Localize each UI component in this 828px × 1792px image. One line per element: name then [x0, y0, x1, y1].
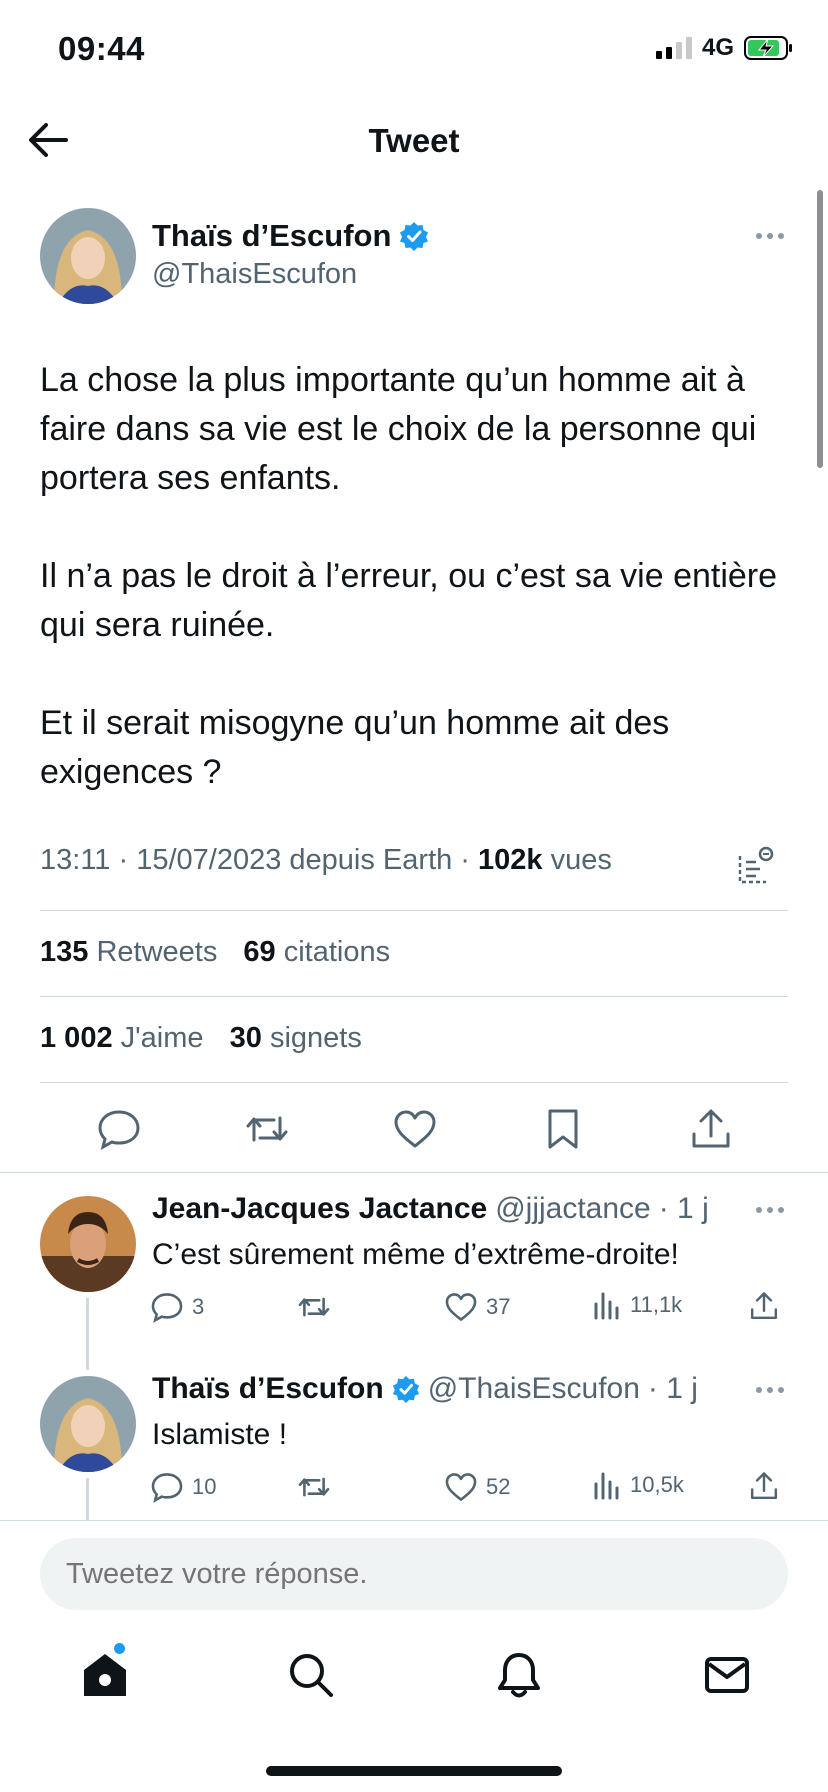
search-icon[interactable]: [286, 1650, 336, 1700]
like-icon[interactable]: [392, 1106, 438, 1152]
reply-time: · 1 j: [647, 1372, 698, 1405]
reply-avatar[interactable]: [40, 1196, 136, 1292]
signal-icon: [655, 37, 692, 59]
verified-badge-icon: [392, 1375, 419, 1403]
reply-icon: [151, 1293, 183, 1323]
more-options-icon[interactable]: [750, 1200, 790, 1220]
tweet-actions: [0, 1106, 828, 1154]
reply-actions: 10 52 10,5k: [150, 1470, 790, 1506]
reply-like-button[interactable]: 52: [444, 1470, 510, 1504]
reply-actions: 3 37 11,1k: [150, 1290, 790, 1326]
quote-count: 69: [243, 936, 276, 968]
reply-text: C’est sûrement même d’extrême-droite!: [152, 1238, 679, 1271]
more-options-icon[interactable]: [750, 1380, 790, 1400]
share-icon: [750, 1472, 778, 1500]
reply-views-button[interactable]: 10,5k: [592, 1470, 684, 1500]
retweet-icon: [298, 1297, 330, 1317]
views-icon: [594, 1292, 619, 1320]
retweet-label: Retweets: [96, 936, 218, 968]
author-avatar[interactable]: [40, 208, 136, 304]
bookmark-icon[interactable]: [540, 1106, 586, 1152]
scrollbar[interactable]: [817, 190, 823, 468]
retweet-stats[interactable]: 135 Retweets 69 citations: [40, 936, 390, 969]
retweet-icon: [298, 1477, 330, 1497]
divider: [40, 910, 788, 911]
divider: [0, 1520, 828, 1521]
reply-count: 10: [192, 1474, 217, 1499]
bookmark-count: 30: [229, 1022, 262, 1054]
retweet-icon[interactable]: [244, 1106, 290, 1152]
like-label: J'aime: [120, 1022, 204, 1054]
top-nav: Tweet: [0, 100, 828, 180]
like-icon: [445, 1473, 477, 1501]
view-label: vues: [550, 844, 612, 876]
share-icon[interactable]: [688, 1106, 734, 1152]
analytics-icon[interactable]: [736, 846, 776, 886]
reply-share-button[interactable]: [748, 1470, 780, 1502]
author-name[interactable]: Thaïs d’Escufon: [152, 218, 429, 254]
reply-text: Islamiste !: [152, 1418, 288, 1451]
view-count: 102k: [478, 844, 543, 876]
tweet-paragraph: Et il serait misogyne qu’un homme ait de…: [40, 704, 670, 791]
tweet-meta: 13:11 · 15/07/2023 depuis Earth · 102k v…: [40, 844, 612, 876]
reply-avatar[interactable]: [40, 1376, 136, 1472]
like-count: 52: [486, 1474, 511, 1499]
quote-label: citations: [283, 936, 391, 968]
tweet-time: 13:11: [40, 844, 111, 876]
reply-retweet-button[interactable]: [296, 1470, 332, 1504]
reply-input[interactable]: [40, 1538, 788, 1610]
reply-share-button[interactable]: [748, 1290, 780, 1322]
notifications-icon[interactable]: [494, 1650, 544, 1700]
reply-author-name[interactable]: Jean-Jacques Jactance: [152, 1192, 487, 1226]
divider: [40, 1082, 788, 1083]
status-time: 09:44: [58, 30, 145, 67]
reply-author-name[interactable]: Thaïs d’Escufon: [152, 1372, 384, 1406]
home-icon[interactable]: [80, 1650, 130, 1700]
reply-retweet-button[interactable]: [296, 1290, 332, 1324]
reply-count: 3: [192, 1294, 205, 1319]
page-title: Tweet: [368, 122, 460, 159]
tweet-date: 15/07/2023: [136, 844, 282, 876]
like-icon: [445, 1293, 477, 1321]
reply-time: · 1 j: [658, 1192, 709, 1225]
messages-icon[interactable]: [702, 1650, 752, 1700]
home-indicator[interactable]: [266, 1766, 562, 1776]
divider: [0, 1172, 828, 1173]
reply-icon: [151, 1473, 183, 1503]
reply-views-button[interactable]: 11,1k: [592, 1290, 682, 1320]
bookmark-label: signets: [269, 1022, 362, 1054]
reply-author-handle[interactable]: @ThaisEscufon: [428, 1372, 640, 1406]
reply-header: Thaïs d’Escufon @ThaisEscufon · 1 j: [152, 1372, 698, 1406]
reply-author-handle[interactable]: @jjjactance: [495, 1192, 651, 1226]
reply-like-button[interactable]: 37: [444, 1290, 510, 1324]
reply-reply-button[interactable]: 3: [150, 1290, 204, 1324]
view-count: 10,5k: [630, 1472, 684, 1497]
like-count: 1 002: [40, 1022, 113, 1054]
network-type: 4G: [701, 34, 734, 61]
tweet-text: La chose la plus importante qu’un homme …: [40, 356, 790, 797]
status-indicators: 4G: [655, 34, 794, 62]
reply-header: Jean-Jacques Jactance @jjjactance · 1 j: [152, 1192, 709, 1226]
notification-dot: [114, 1643, 125, 1654]
reply-icon[interactable]: [96, 1106, 142, 1152]
author-handle[interactable]: @ThaisEscufon: [152, 258, 357, 291]
verified-badge-icon: [400, 222, 429, 251]
like-count: 37: [486, 1294, 511, 1319]
retweet-count: 135: [40, 936, 89, 968]
tweet-paragraph: La chose la plus importante qu’un homme …: [40, 361, 757, 497]
like-stats[interactable]: 1 002 J'aime 30 signets: [40, 1022, 362, 1055]
views-icon: [594, 1472, 619, 1500]
view-count: 11,1k: [630, 1292, 683, 1317]
battery-icon: [744, 36, 792, 60]
more-options-icon[interactable]: [750, 226, 790, 246]
reply-reply-button[interactable]: 10: [150, 1470, 216, 1504]
tweet-paragraph: Il n’a pas le droit à l’erreur, ou c’est…: [40, 557, 778, 644]
share-icon: [750, 1292, 778, 1320]
divider: [40, 996, 788, 997]
thread-line: [86, 1298, 89, 1370]
thread-line: [86, 1478, 89, 1520]
tweet-source: depuis Earth: [289, 844, 453, 876]
status-bar: 09:44 4G: [0, 0, 828, 100]
